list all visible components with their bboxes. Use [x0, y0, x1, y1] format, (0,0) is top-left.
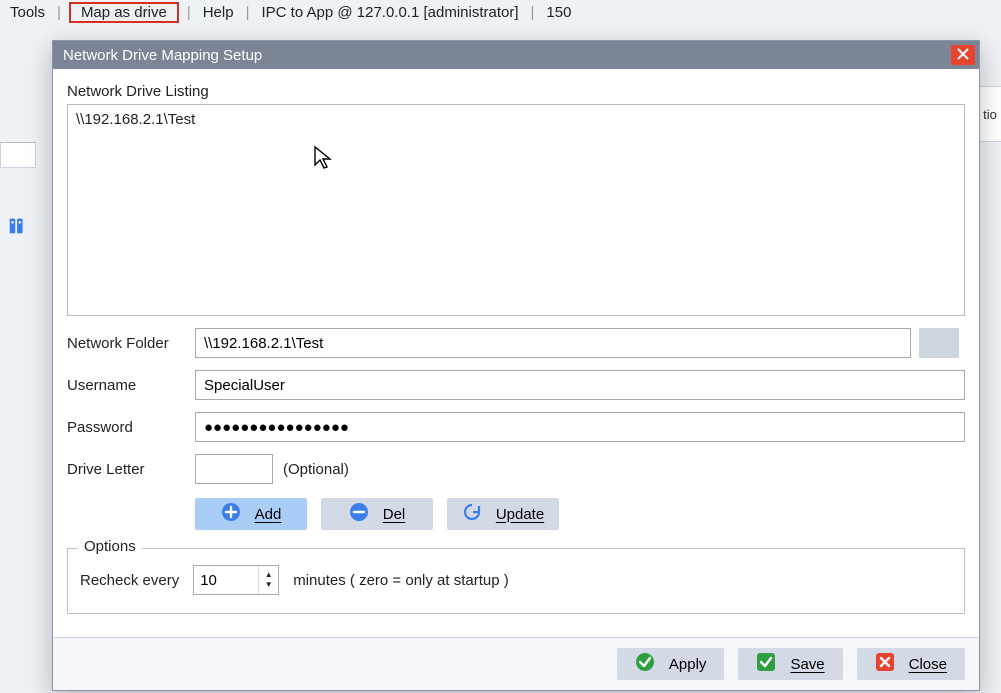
menu-map-as-drive[interactable]: Map as drive [69, 2, 179, 23]
menu-ipc-status: IPC to App @ 127.0.0.1 [administrator] [257, 2, 522, 23]
x-square-icon [875, 652, 895, 676]
update-button[interactable]: Update [447, 498, 559, 530]
network-folder-input[interactable] [195, 328, 911, 358]
close-button[interactable] [951, 45, 975, 65]
check-square-icon [756, 652, 776, 676]
bg-right-tab: tio [978, 86, 1001, 142]
minus-icon [349, 502, 369, 526]
drive-listing[interactable]: \\192.168.2.1\Test [67, 104, 965, 316]
refresh-icon [462, 502, 482, 526]
spinner-up-icon[interactable]: ▲ [259, 570, 278, 580]
minutes-text: minutes ( zero = only at startup ) [293, 572, 509, 589]
books-icon[interactable] [6, 214, 30, 238]
network-drive-dialog: Network Drive Mapping Setup Network Driv… [52, 40, 980, 691]
recheck-label: Recheck every [80, 572, 179, 589]
listing-label: Network Drive Listing [67, 83, 965, 100]
bg-input-fragment [0, 142, 36, 168]
password-label: Password [67, 419, 187, 436]
save-label: Save [790, 656, 824, 673]
menu-separator: | [529, 4, 537, 21]
menu-tools[interactable]: Tools [6, 2, 49, 23]
check-circle-icon [635, 652, 655, 676]
plus-icon [221, 502, 241, 526]
close-icon [957, 47, 969, 64]
menu-count: 150 [542, 2, 575, 23]
drive-letter-label: Drive Letter [67, 461, 187, 478]
spinner-down-icon[interactable]: ▼ [259, 580, 278, 590]
network-folder-label: Network Folder [67, 335, 187, 352]
del-label: Del [383, 506, 406, 523]
options-group: Options Recheck every ▲ ▼ minutes ( zero… [67, 548, 965, 614]
update-label: Update [496, 506, 544, 523]
username-label: Username [67, 377, 187, 394]
menu-separator: | [185, 4, 193, 21]
apply-label: Apply [669, 656, 707, 673]
menubar: Tools | Map as drive | Help | IPC to App… [0, 0, 1001, 27]
username-input[interactable] [195, 370, 965, 400]
list-item[interactable]: \\192.168.2.1\Test [76, 111, 956, 128]
recheck-spinner[interactable]: ▲ ▼ [193, 565, 279, 595]
del-button[interactable]: Del [321, 498, 433, 530]
drive-letter-input[interactable] [195, 454, 273, 484]
close-dialog-button[interactable]: Close [857, 648, 965, 680]
menu-separator: | [55, 4, 63, 21]
add-button[interactable]: Add [195, 498, 307, 530]
browse-button[interactable] [919, 328, 959, 358]
apply-button[interactable]: Apply [617, 648, 725, 680]
dialog-footer: Apply Save Close [53, 637, 979, 690]
cursor-icon [313, 145, 333, 171]
password-input[interactable] [195, 412, 965, 442]
add-label: Add [255, 506, 282, 523]
save-button[interactable]: Save [738, 648, 842, 680]
options-legend: Options [78, 538, 142, 555]
menu-help[interactable]: Help [199, 2, 238, 23]
dialog-titlebar: Network Drive Mapping Setup [53, 41, 979, 69]
optional-text: (Optional) [283, 461, 349, 478]
menu-separator: | [244, 4, 252, 21]
close-label: Close [909, 656, 947, 673]
dialog-title: Network Drive Mapping Setup [63, 47, 951, 64]
recheck-input[interactable] [194, 566, 258, 594]
